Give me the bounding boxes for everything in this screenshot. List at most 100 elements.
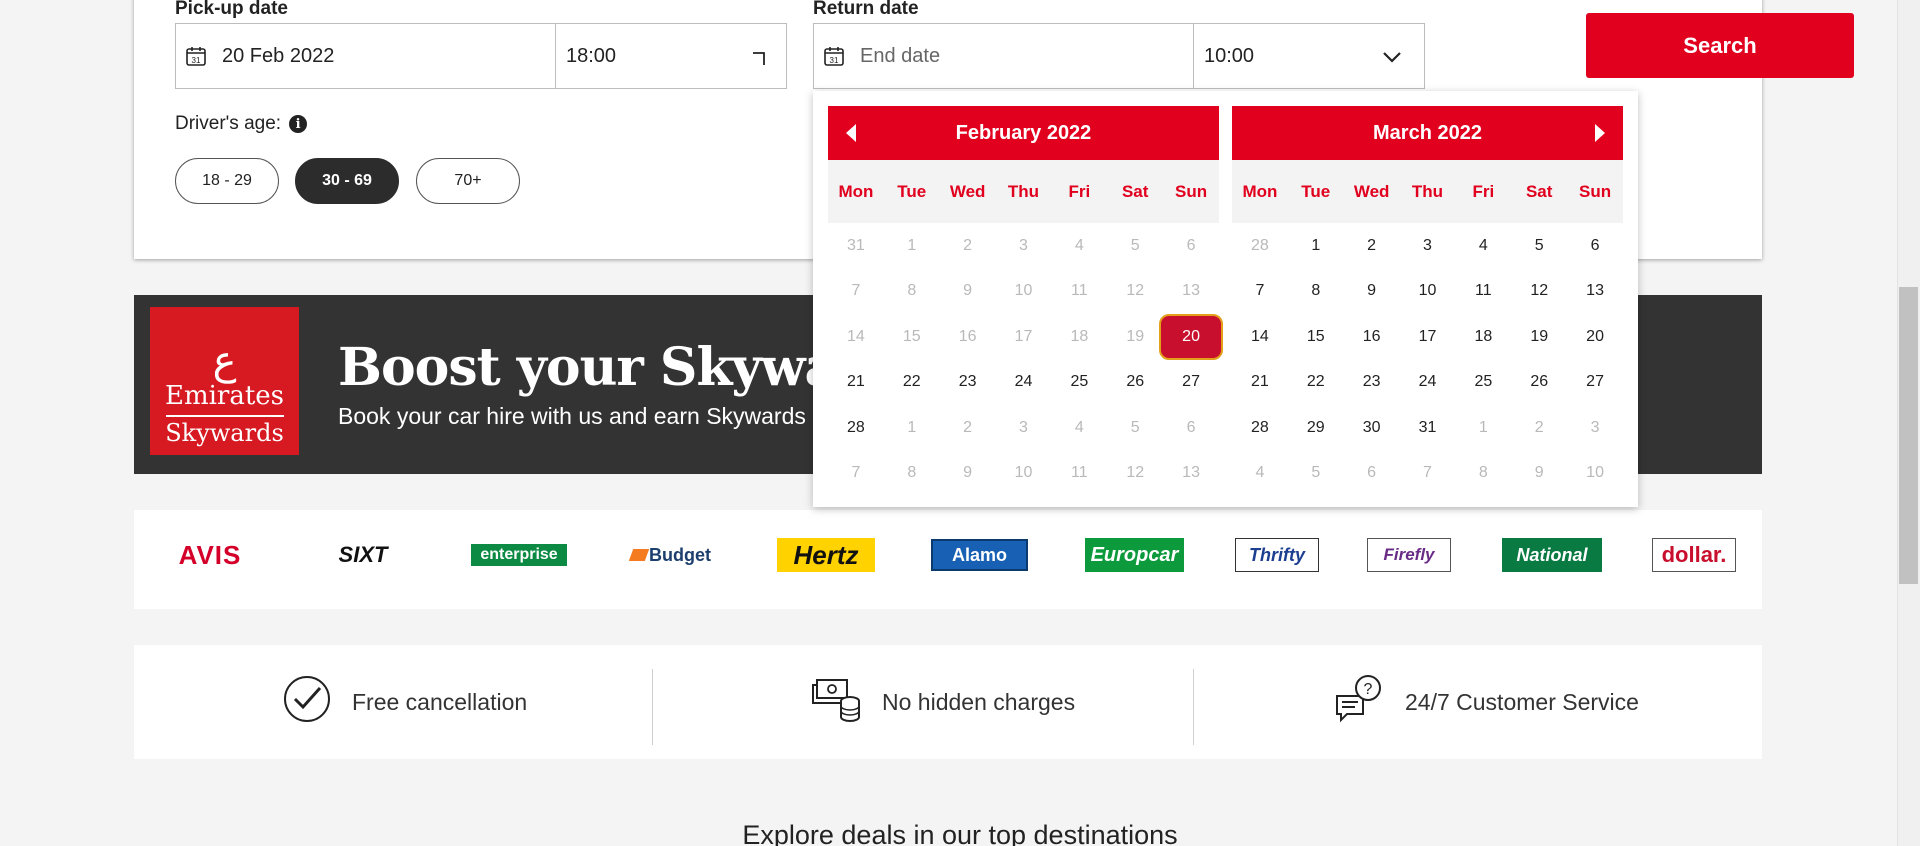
calendar-day[interactable]: 6 [1567, 223, 1623, 269]
calendar-day-number: 8 [907, 464, 917, 482]
svg-text:31: 31 [830, 56, 839, 65]
calendar-day[interactable]: 18 [1455, 314, 1511, 360]
calendar-day[interactable]: 25 [1051, 360, 1107, 406]
calendar-day-number: 15 [1306, 327, 1325, 345]
usp-charges-text: No hidden charges [882, 688, 1076, 715]
calendar-day[interactable]: 10 [1400, 269, 1456, 315]
calendar-day[interactable]: 30 [1344, 405, 1400, 451]
calendar-day[interactable]: 25 [1455, 360, 1511, 406]
calendar-day[interactable]: 9 [1344, 269, 1400, 315]
calendar-day[interactable]: 28 [1232, 405, 1288, 451]
calendar-day: 3 [996, 223, 1052, 269]
calendar-day-number: 16 [1362, 327, 1381, 345]
calendar-day-number: 24 [1418, 373, 1437, 391]
calendar-day[interactable]: 24 [1400, 360, 1456, 406]
calendar-day[interactable]: 17 [1400, 314, 1456, 360]
weekday-row: Mon Tue Wed Thu Fri Sat Sun [828, 160, 1219, 223]
calendar-day[interactable]: 13 [1567, 269, 1623, 315]
calendar-day-number: 31 [847, 236, 865, 254]
calendar-day[interactable]: 22 [1288, 360, 1344, 406]
age-option-18-29[interactable]: 18 - 29 [175, 158, 279, 204]
calendar-day: 6 [1163, 405, 1219, 451]
scrollbar-thumb[interactable] [1899, 287, 1918, 584]
calendar-day[interactable]: 28 [828, 405, 884, 451]
calendar-day[interactable]: 23 [940, 360, 996, 406]
calendar-day-number: 29 [1306, 418, 1325, 436]
calendar-day: 1 [884, 405, 940, 451]
emirates-calligraphy-icon: ع [212, 338, 237, 384]
calendar-day[interactable]: 19 [1511, 314, 1567, 360]
pickup-date-field[interactable]: 31 20 Feb 2022 [175, 23, 556, 89]
calendar-day[interactable]: 31 [1400, 405, 1456, 451]
calendar-day: 10 [996, 451, 1052, 497]
date-picker-popup: February 2022 Mon Tue Wed Thu Fri Sat Su… [813, 91, 1638, 507]
calendar-day-number: 9 [963, 282, 973, 300]
pickup-time-field[interactable]: 18:00 [555, 23, 787, 89]
calendar-day-number: 6 [1186, 418, 1196, 436]
calendar-day-number: 24 [1014, 373, 1033, 391]
search-button[interactable]: Search [1586, 13, 1854, 78]
budget-mark-icon [628, 549, 650, 561]
calendar-day: 8 [1455, 451, 1511, 497]
calendar-day-selected[interactable]: 20 [1159, 313, 1223, 360]
calendar-day[interactable]: 20 [1567, 314, 1623, 360]
age-option-30-69[interactable]: 30 - 69 [295, 158, 399, 204]
calendar-day-number: 4 [1074, 236, 1084, 254]
calendar-day[interactable]: 27 [1163, 360, 1219, 406]
calendar-day-number: 11 [1475, 282, 1492, 300]
calendar-day[interactable]: 27 [1567, 360, 1623, 406]
prev-month-icon[interactable] [846, 124, 856, 142]
weekday-row: Mon Tue Wed Thu Fri Sat Sun [1232, 160, 1623, 223]
calendar-day[interactable]: 15 [1288, 314, 1344, 360]
calendar-day[interactable]: 7 [1232, 269, 1288, 315]
calendar-day: 4 [1051, 405, 1107, 451]
calendar-day-number: 14 [1251, 327, 1269, 345]
day-grid: 28 1 2 3 4 5 6 7 8 9 10 11 12 13 14 15 16 17 18 19 20 21 22 23 2… [1232, 223, 1623, 496]
calendar-day[interactable]: 24 [996, 360, 1052, 406]
calendar-day-number: 16 [958, 327, 977, 345]
calendar-day-number: 3 [1590, 418, 1600, 436]
calendar-day-number: 20 [1586, 327, 1604, 345]
calendar-day-number: 7 [1255, 282, 1265, 300]
calendar-day-number: 30 [1362, 418, 1381, 436]
calendar-day: 6 [1344, 451, 1400, 497]
calendar-day-number: 19 [1530, 327, 1549, 345]
calendar-day[interactable]: 16 [1344, 314, 1400, 360]
calendar-day[interactable]: 5 [1511, 223, 1567, 269]
info-icon[interactable]: i [289, 115, 308, 133]
calendar-day[interactable]: 22 [884, 360, 940, 406]
calendar-day[interactable]: 26 [1511, 360, 1567, 406]
calendar-day[interactable]: 21 [828, 360, 884, 406]
calendar-day[interactable]: 23 [1344, 360, 1400, 406]
chat-question-icon: ? [1333, 674, 1385, 730]
calendar-day: 7 [1400, 451, 1456, 497]
calendar-day-number: 23 [1362, 373, 1381, 391]
pickup-time-value: 18:00 [566, 44, 617, 67]
calendar-day-number: 2 [1367, 236, 1377, 254]
calendar-day[interactable]: 14 [1232, 314, 1288, 360]
weekday-label: Mon [838, 181, 874, 201]
calendar-day-number: 8 [907, 282, 917, 300]
calendar-day-number: 3 [1019, 418, 1028, 436]
age-option-70-plus[interactable]: 70+ [416, 158, 520, 204]
calendar-day-number: 8 [1311, 282, 1321, 300]
calendar-day[interactable]: 3 [1400, 223, 1456, 269]
calendar-day[interactable]: 29 [1288, 405, 1344, 451]
money-coins-icon [810, 675, 862, 729]
calendar-day[interactable]: 21 [1232, 360, 1288, 406]
return-time-select[interactable]: 10:00 [1193, 23, 1425, 89]
calendar-day: 5 [1288, 451, 1344, 497]
weekday-label: Wed [949, 181, 986, 201]
calendar-day-number: 12 [1126, 464, 1145, 482]
calendar-day-number: 19 [1126, 327, 1145, 345]
calendar-day[interactable]: 11 [1455, 269, 1511, 315]
calendar-day[interactable]: 12 [1511, 269, 1567, 315]
calendar-day[interactable]: 2 [1344, 223, 1400, 269]
calendar-day[interactable]: 26 [1107, 360, 1163, 406]
calendar-day[interactable]: 4 [1455, 223, 1511, 269]
calendar-day[interactable]: 1 [1288, 223, 1344, 269]
return-date-field[interactable]: 31 End date [813, 23, 1194, 89]
calendar-day-number: 25 [1070, 373, 1089, 391]
next-month-icon[interactable] [1595, 124, 1605, 142]
calendar-day[interactable]: 8 [1288, 269, 1344, 315]
